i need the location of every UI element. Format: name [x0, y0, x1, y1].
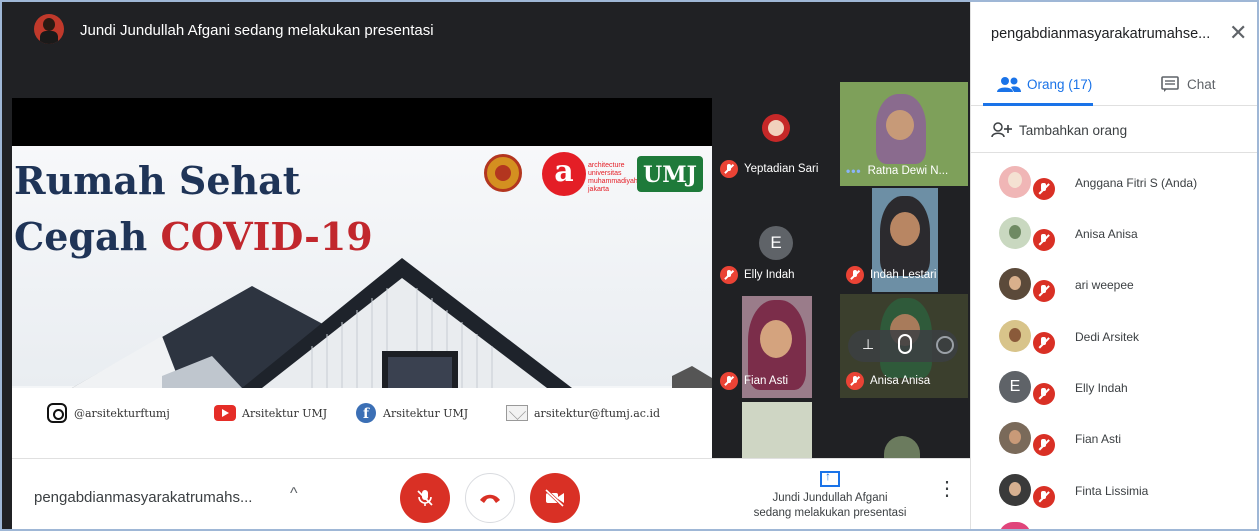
mute-participant-icon[interactable]: [898, 334, 912, 354]
participant-tile[interactable]: Yeptadian Sari: [714, 82, 838, 186]
avatar: [999, 522, 1031, 529]
avatar: [999, 217, 1031, 249]
participant-grid: Yeptadian Sari ••• Ratna Dewi N... E Elly…: [712, 80, 970, 458]
mic-off-icon: [1033, 486, 1055, 508]
pin-icon[interactable]: ⊥: [862, 336, 874, 353]
social-facebook: f Arsitektur UMJ: [355, 402, 468, 424]
camera-off-icon: [544, 489, 565, 507]
mic-off-icon: [417, 490, 433, 506]
instagram-icon: [46, 402, 68, 424]
microphone-toggle-button[interactable]: [400, 473, 450, 523]
avatar: [999, 320, 1031, 352]
badge-logo: [484, 154, 522, 192]
remove-participant-icon[interactable]: [936, 336, 954, 354]
youtube-icon: [214, 402, 236, 424]
slide-title-line1: Rumah Sehat: [14, 158, 301, 203]
participant-list-item[interactable]: Dedi Arsitek: [999, 318, 1249, 358]
panel-tabs: Orang (17) Chat: [971, 62, 1257, 106]
mic-off-icon: [1033, 178, 1055, 200]
presentation-status[interactable]: Jundi Jundullah Afgani sedang melakukan …: [730, 469, 930, 521]
participant-list-item[interactable]: ari weepee: [999, 266, 1249, 306]
mic-off-icon: [1033, 434, 1055, 456]
avatar: [999, 474, 1031, 506]
avatar: E: [999, 371, 1031, 403]
mic-off-icon: [1033, 332, 1055, 354]
participant-list-item[interactable]: Anisa Anisa: [999, 215, 1249, 255]
participant-list-item[interactable]: Anggana Fitri S (Anda): [999, 164, 1249, 204]
presentation-slide: Rumah Sehat Cegah COVID-19 a architectur…: [12, 146, 712, 458]
present-screen-icon: [820, 469, 840, 487]
mic-off-icon: [1033, 280, 1055, 302]
presenter-avatar: [34, 14, 64, 44]
add-person-icon: [991, 122, 1012, 138]
facebook-icon: f: [355, 402, 377, 424]
social-email: arsitektur@ftumj.ac.id: [506, 402, 660, 424]
speaking-dots-icon: •••: [846, 164, 862, 178]
add-people-button[interactable]: Tambahkan orang: [991, 122, 1127, 138]
tab-people[interactable]: Orang (17): [997, 76, 1092, 92]
chat-icon: [1161, 76, 1179, 92]
slide-footer: @arsitekturftumj Arsitektur UMJ f Arsitek…: [12, 388, 712, 458]
participant-tile[interactable]: ⊥ Anisa Anisa: [840, 294, 968, 398]
slide-title-highlight: COVID-19: [160, 214, 373, 259]
divider: [971, 152, 1257, 153]
social-instagram: @arsitekturftumj: [46, 402, 170, 424]
participant-tile[interactable]: Indah Lestari: [840, 188, 968, 292]
participant-list-item[interactable]: Finta Lissimia: [999, 472, 1249, 512]
participant-list-item[interactable]: Fian Asti: [999, 420, 1249, 460]
avatar: [999, 268, 1031, 300]
meeting-details-name[interactable]: pengabdianmasyarakatrumahs...: [34, 489, 252, 506]
mic-off-icon: [846, 266, 864, 284]
participant-tile[interactable]: ••• Ratna Dewi N...: [840, 82, 968, 186]
slide-title-line2: Cegah COVID-19: [14, 214, 373, 259]
participant-tile[interactable]: Fian Asti: [714, 294, 838, 398]
camera-toggle-button[interactable]: [530, 473, 580, 523]
chevron-up-icon[interactable]: ^: [290, 485, 298, 503]
mic-off-icon: [1033, 229, 1055, 251]
hang-up-icon: [480, 494, 500, 503]
architecture-logo-text: architecture universitas muhammadiyah ja…: [588, 162, 638, 193]
participant-tile[interactable]: E Elly Indah: [714, 188, 838, 292]
meeting-stage: Jundi Jundullah Afgani sedang melakukan …: [2, 2, 970, 529]
presenter-banner: Jundi Jundullah Afgani sedang melakukan …: [2, 2, 970, 58]
mic-off-icon: [720, 160, 738, 178]
participant-tile[interactable]: [742, 402, 812, 458]
avatar: E: [759, 226, 793, 260]
mic-off-icon: [1033, 383, 1055, 405]
umj-logo: UMJ: [637, 156, 703, 192]
presentation-letterbox: [12, 98, 712, 146]
active-tab-indicator: [983, 103, 1093, 106]
meeting-controls-bar: pengabdianmasyarakatrumahs... ^ Jundi Ju…: [12, 458, 970, 529]
email-icon: [506, 402, 528, 424]
participant-tile[interactable]: [884, 436, 920, 458]
architecture-logo: a: [542, 152, 586, 196]
meet-window: Jundi Jundullah Afgani sedang melakukan …: [0, 0, 1259, 531]
avatar: [999, 166, 1031, 198]
presenter-banner-text: Jundi Jundullah Afgani sedang melakukan …: [80, 22, 434, 39]
mic-off-icon: [846, 372, 864, 390]
participant-list-item[interactable]: E Elly Indah: [999, 369, 1249, 409]
social-youtube: Arsitektur UMJ: [214, 402, 327, 424]
people-icon: [997, 77, 1021, 92]
more-options-icon[interactable]: ⋮: [937, 479, 957, 499]
tab-chat[interactable]: Chat: [1161, 76, 1216, 92]
avatar: [999, 422, 1031, 454]
mic-off-icon: [720, 372, 738, 390]
mic-off-icon: [720, 266, 738, 284]
panel-title: pengabdianmasyarakatrumahse...: [991, 26, 1211, 42]
leave-call-button[interactable]: [465, 473, 515, 523]
close-icon[interactable]: ✕: [1229, 20, 1247, 46]
participants-panel: pengabdianmasyarakatrumahse... ✕ Orang (…: [970, 2, 1257, 529]
